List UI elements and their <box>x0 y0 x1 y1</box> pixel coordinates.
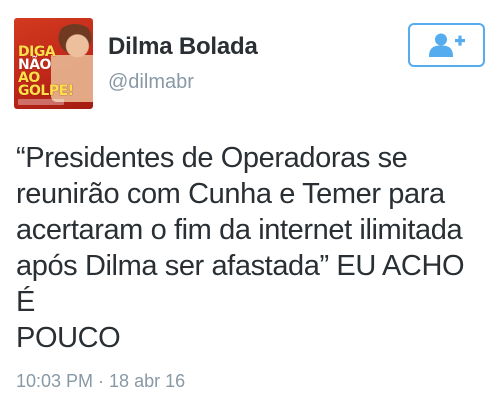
tweet-timestamp[interactable]: 10:03 PM · 18 abr 16 <box>16 371 185 392</box>
display-name[interactable]: Dilma Bolada <box>108 33 258 61</box>
tweet-text: “Presidentes de Operadoras se reunirão c… <box>16 142 465 354</box>
username[interactable]: @dilmabr <box>108 71 194 94</box>
add-user-icon <box>428 33 465 57</box>
follow-button[interactable] <box>408 23 485 67</box>
avatar[interactable]: DIGA NÃO AO GOLPE! <box>14 18 93 109</box>
avatar-caption <box>18 99 64 105</box>
avatar-slogan-line4: GOLPE! <box>18 83 74 99</box>
tweet-card: DIGA NÃO AO GOLPE! Dilma Bolada @dilmabr… <box>0 0 500 405</box>
avatar-slogan: DIGA NÃO AO GOLPE! <box>18 45 74 99</box>
